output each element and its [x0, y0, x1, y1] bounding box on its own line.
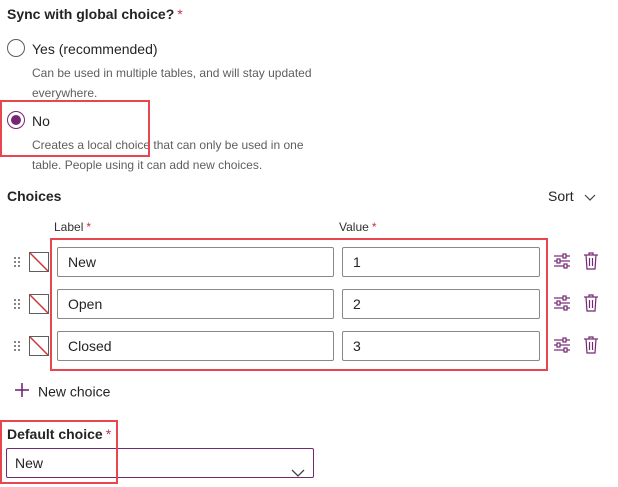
label-column-header: Label * [54, 220, 92, 234]
settings-sliders-icon[interactable] [553, 336, 573, 356]
drag-handle-icon[interactable] [13, 298, 21, 310]
radio-yes-label: Yes (recommended) [32, 41, 158, 57]
settings-sliders-icon[interactable] [553, 252, 573, 272]
radio-no[interactable] [7, 111, 25, 129]
radio-no-description: Creates a local choice that can only be … [32, 138, 304, 172]
value-column-header: Value * [339, 220, 377, 234]
new-choice-label: New choice [38, 383, 111, 400]
choice-value-input[interactable]: 1 [342, 247, 540, 277]
choice-value-input[interactable]: 3 [342, 331, 540, 361]
choice-label-input[interactable]: Open [57, 289, 334, 319]
sort-label: Sort [548, 188, 574, 204]
settings-sliders-icon[interactable] [553, 294, 573, 314]
radio-no-label: No [32, 113, 50, 129]
color-swatch-none[interactable] [29, 252, 49, 272]
delete-icon[interactable] [583, 294, 603, 314]
required-mark: * [177, 6, 183, 22]
chevron-down-icon [584, 189, 596, 205]
default-choice-value: New [15, 455, 44, 471]
drag-handle-icon[interactable] [13, 340, 21, 352]
choices-heading: Choices [7, 188, 62, 204]
delete-icon[interactable] [583, 336, 603, 356]
default-choice-dropdown[interactable]: New [6, 448, 314, 478]
choice-value-input[interactable]: 2 [342, 289, 540, 319]
color-swatch-none[interactable] [29, 294, 49, 314]
choice-label-input[interactable]: Closed [57, 331, 334, 361]
radio-yes-description: Can be used in multiple tables, and will… [32, 66, 312, 100]
color-swatch-none[interactable] [29, 336, 49, 356]
choice-label-input[interactable]: New [57, 247, 334, 277]
new-choice-button[interactable]: New choice [14, 382, 110, 401]
sort-button[interactable]: Sort [548, 188, 596, 205]
sync-title: Sync with global choice? * [7, 6, 183, 22]
radio-yes[interactable] [7, 39, 25, 57]
drag-handle-icon[interactable] [13, 256, 21, 268]
delete-icon[interactable] [583, 252, 603, 272]
chevron-down-icon [291, 459, 305, 487]
default-choice-heading: Default choice * [7, 426, 112, 442]
plus-icon [14, 382, 30, 401]
